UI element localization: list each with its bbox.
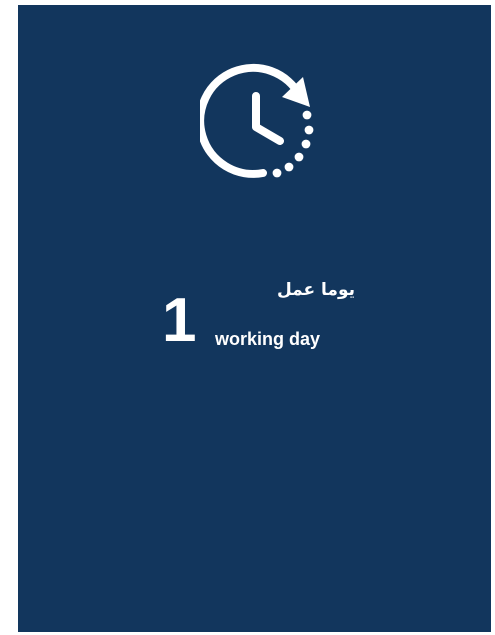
working-days-card: يوما عمل 1 working day xyxy=(18,5,491,632)
working-days-value: 1 xyxy=(162,286,197,355)
clock-icon xyxy=(196,63,320,183)
label-english: working day xyxy=(215,329,321,349)
label-arabic: يوما عمل xyxy=(276,280,355,300)
